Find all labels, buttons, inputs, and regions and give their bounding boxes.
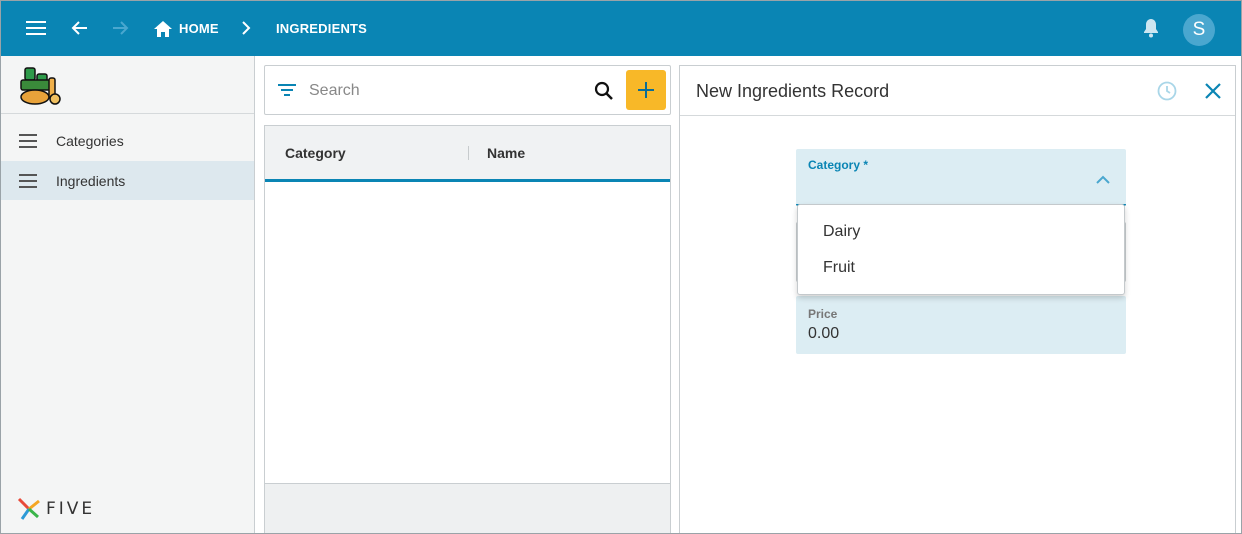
breadcrumb-home[interactable]: HOME — [179, 21, 219, 36]
records-list: Category Name — [264, 125, 671, 533]
sidebar-item-ingredients[interactable]: Ingredients — [1, 161, 254, 200]
plus-icon — [638, 82, 654, 98]
user-avatar[interactable]: S — [1183, 14, 1215, 46]
search-icon[interactable] — [594, 81, 614, 106]
breadcrumb-ingredients[interactable]: INGREDIENTS — [276, 21, 367, 36]
category-label: Category * — [808, 158, 869, 172]
form-header: New Ingredients Record — [680, 66, 1235, 116]
chevron-up-icon[interactable] — [1096, 171, 1110, 189]
five-logo-icon — [17, 497, 40, 520]
chevron-right-icon — [233, 15, 259, 41]
dropdown-option-dairy[interactable]: Dairy — [823, 223, 860, 241]
price-value: 0.00 — [808, 325, 840, 342]
app-logo-area — [1, 56, 254, 114]
sidebar-item-label: Ingredients — [56, 172, 126, 189]
bell-icon[interactable] — [1138, 15, 1164, 41]
dropdown-option-fruit[interactable]: Fruit — [823, 259, 855, 277]
list-footer — [265, 483, 670, 533]
forward-arrow-icon[interactable] — [107, 15, 133, 41]
list-icon — [19, 173, 37, 188]
add-record-button[interactable] — [626, 70, 666, 110]
app-window: HOME INGREDIENTS S Categories Ingredient… — [0, 0, 1242, 534]
app-logo-icon — [20, 67, 61, 105]
filter-icon[interactable] — [278, 83, 296, 102]
sidebar-item-label: Categories — [56, 132, 124, 149]
list-header: Category Name — [265, 126, 670, 182]
column-header-name[interactable]: Name — [487, 145, 525, 161]
category-select[interactable]: Category * — [796, 149, 1126, 206]
close-icon[interactable] — [1204, 82, 1222, 105]
five-brand-text: FIVE — [46, 499, 96, 519]
category-dropdown-menu: Dairy Fruit — [797, 204, 1125, 295]
price-label: Price — [808, 307, 838, 321]
column-divider[interactable] — [468, 146, 469, 160]
top-app-bar: HOME INGREDIENTS S — [1, 1, 1241, 56]
form-title: New Ingredients Record — [696, 81, 890, 101]
price-field[interactable]: Price 0.00 — [796, 296, 1126, 354]
back-arrow-icon[interactable] — [67, 15, 93, 41]
history-icon[interactable] — [1157, 81, 1177, 106]
column-header-category[interactable]: Category — [285, 145, 346, 161]
list-icon — [19, 133, 37, 148]
sidebar: Categories Ingredients FIVE — [1, 56, 255, 533]
search-input[interactable]: Search — [309, 82, 360, 100]
menu-icon[interactable] — [23, 15, 49, 41]
search-bar: Search — [264, 65, 671, 115]
home-icon[interactable] — [150, 16, 176, 42]
five-brand-logo: FIVE — [16, 497, 95, 521]
sidebar-item-categories[interactable]: Categories — [1, 121, 254, 160]
record-form-panel: New Ingredients Record Category * Price … — [679, 65, 1236, 533]
